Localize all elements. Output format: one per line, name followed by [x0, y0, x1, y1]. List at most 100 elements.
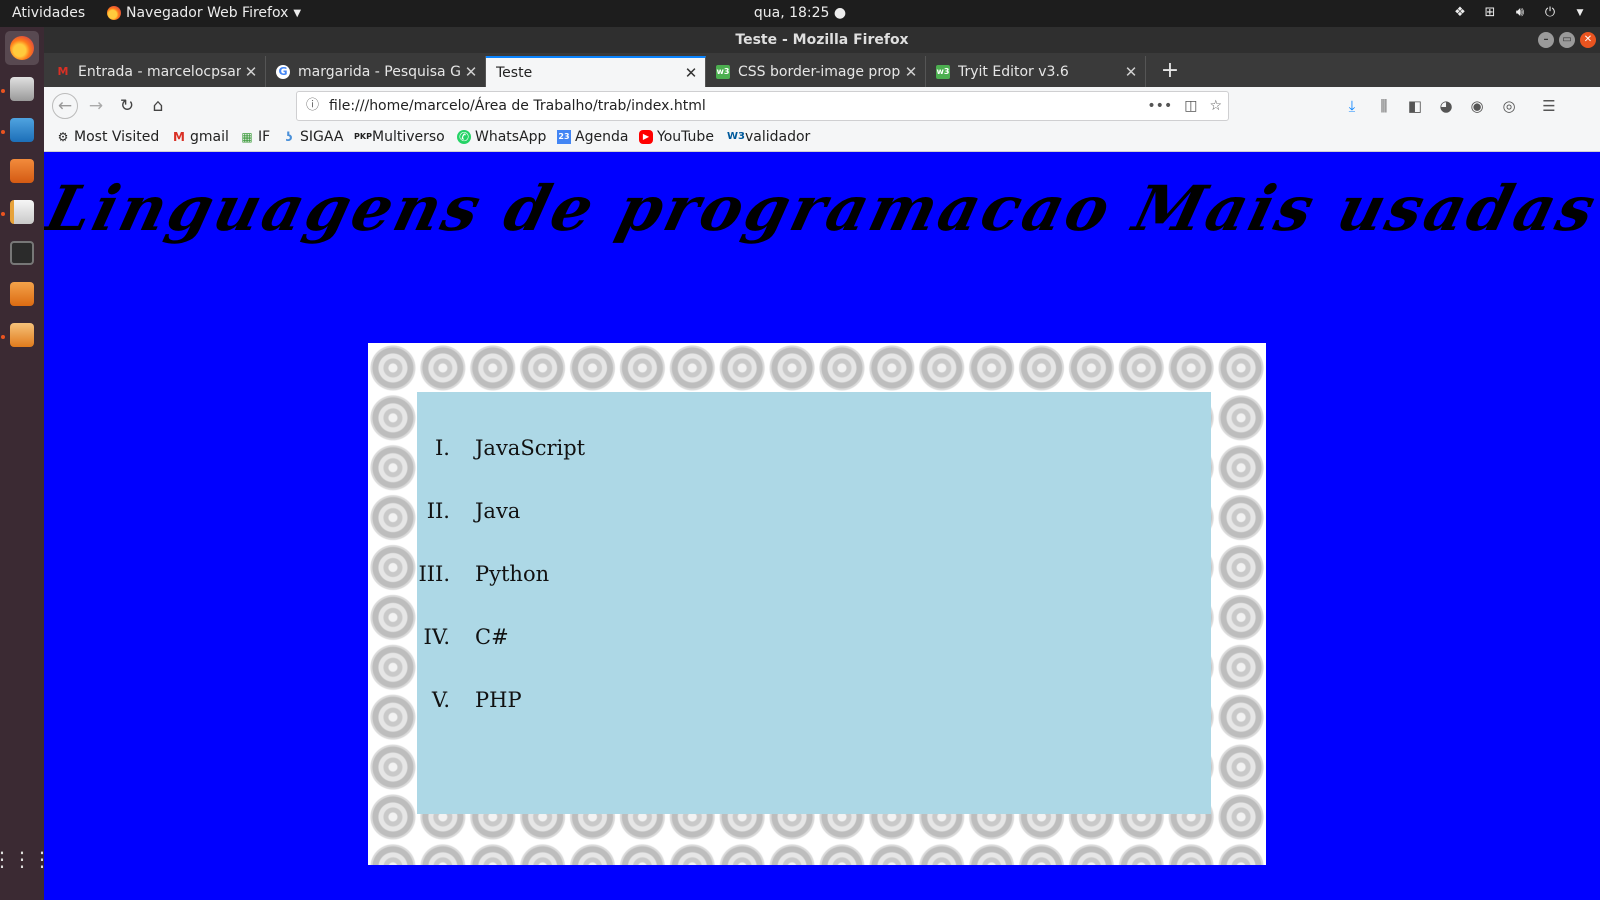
minimize-button[interactable]: – — [1538, 32, 1554, 48]
more-actions-icon[interactable]: ••• — [1147, 92, 1172, 120]
bookmark-star-icon[interactable]: ☆ — [1209, 92, 1222, 120]
show-applications-button[interactable]: ⋮⋮⋮ — [0, 842, 52, 876]
impress-icon — [10, 323, 34, 347]
chevron-down-icon: ▼ — [293, 7, 302, 19]
sigaa-icon: ʖ — [285, 130, 293, 144]
window-titlebar: Teste - Mozilla Firefox – ▭ ✕ — [44, 27, 1600, 53]
new-tab-button[interactable]: + — [1156, 56, 1184, 87]
w3c-icon: W3 — [727, 131, 745, 142]
pocket-icon[interactable]: ◫ — [1184, 92, 1197, 120]
bookmark-validador[interactable]: W3 validador — [727, 129, 810, 145]
page-content: Linguagens de programacao Mais usadas I.… — [44, 152, 1600, 900]
bookmark-label: WhatsApp — [475, 129, 547, 145]
tab-title: Tryit Editor v3.6 — [958, 63, 1069, 80]
window-controls: – ▭ ✕ — [1538, 32, 1596, 48]
reload-button[interactable]: ↻ — [115, 94, 139, 118]
gmail-icon: M — [57, 64, 69, 78]
page-heading: Linguagens de programacao Mais usadas — [44, 172, 1600, 245]
close-tab-icon[interactable]: ✕ — [241, 63, 261, 81]
url-bar[interactable]: ⓘ file:///home/marcelo/Área de Trabalho/… — [296, 91, 1229, 121]
bookmark-if[interactable]: ▦ IF — [240, 129, 270, 145]
bookmark-label: SIGAA — [300, 129, 344, 145]
system-tray[interactable]: ❖ ⊞ 🔊︎ ⏻ ▼ — [1452, 5, 1588, 21]
volume-icon[interactable]: 🔊︎ — [1512, 5, 1528, 21]
back-button[interactable]: ← — [52, 93, 78, 119]
list-numeral: II. — [426, 499, 450, 523]
tab-css-border-image[interactable]: w3 CSS border-image prope ✕ — [706, 56, 926, 87]
calc-icon — [10, 282, 34, 306]
clock-label[interactable]: qua, 18:25 — [754, 5, 830, 21]
list-label: C# — [475, 625, 509, 649]
url-actions: ••• ◫ ☆ — [1147, 92, 1222, 120]
tab-title: Entrada - marcelocpsant — [78, 63, 241, 80]
forward-button[interactable]: → — [84, 94, 108, 118]
extension-icon[interactable]: ◕ — [1435, 94, 1457, 118]
dropbox-icon[interactable]: ❖ — [1452, 5, 1468, 21]
url-text[interactable]: file:///home/marcelo/Área de Trabalho/tr… — [329, 98, 706, 114]
close-tab-icon[interactable]: ✕ — [1121, 63, 1141, 81]
dock-terminal[interactable] — [5, 236, 39, 270]
files-icon — [10, 77, 34, 101]
bookmark-label: Most Visited — [74, 129, 160, 145]
firefox-icon — [107, 6, 121, 20]
list-numeral: IV. — [423, 625, 450, 649]
dock-software[interactable] — [5, 154, 39, 188]
tab-gmail[interactable]: M Entrada - marcelocpsant ✕ — [46, 56, 266, 87]
close-tab-icon[interactable]: ✕ — [901, 63, 921, 81]
tab-tryit-editor[interactable]: w3 Tryit Editor v3.6 ✕ — [926, 56, 1146, 87]
pkp-icon: PKP — [354, 132, 372, 141]
bookmark-multiverso[interactable]: PKP Multiverso — [354, 129, 445, 145]
power-icon[interactable]: ⏻ — [1542, 5, 1558, 21]
tab-title: CSS border-image prope — [738, 63, 901, 80]
bookmark-youtube[interactable]: ▶ YouTube — [639, 129, 714, 145]
close-tab-icon[interactable]: ✕ — [461, 63, 481, 81]
bookmark-gmail[interactable]: M gmail — [172, 129, 229, 145]
activities-button[interactable]: Atividades — [12, 5, 85, 21]
w3schools-icon: w3 — [936, 64, 950, 79]
dock-calc[interactable] — [5, 277, 39, 311]
flower-border-box: I. JavaScript II. Java III. Python IV. C… — [368, 343, 1266, 865]
text-editor-icon — [10, 200, 34, 224]
dock-text-editor[interactable] — [5, 195, 39, 229]
window-title: Teste - Mozilla Firefox — [735, 32, 909, 48]
chevron-down-icon[interactable]: ▼ — [1572, 5, 1588, 21]
system-top-bar: Atividades Navegador Web Firefox ▼ qua, … — [0, 0, 1600, 27]
dock-writer[interactable] — [5, 113, 39, 147]
app-menu[interactable]: Navegador Web Firefox ▼ — [107, 5, 301, 21]
info-icon[interactable]: ⓘ — [306, 92, 319, 120]
tab-google-search[interactable]: G margarida - Pesquisa Go ✕ — [266, 56, 486, 87]
bookmark-label: IF — [258, 129, 271, 145]
list-panel: I. JavaScript II. Java III. Python IV. C… — [417, 392, 1211, 814]
bookmark-whatsapp[interactable]: ✆ WhatsApp — [457, 129, 546, 145]
tab-title: margarida - Pesquisa Go — [298, 63, 461, 80]
library-icon[interactable]: ⫼ — [1373, 94, 1395, 118]
bookmark-label: Agenda — [575, 129, 629, 145]
bookmark-sigaa[interactable]: ʖ SIGAA — [282, 129, 344, 145]
w3schools-icon: w3 — [716, 64, 730, 79]
home-button[interactable]: ⌂ — [146, 94, 170, 118]
downloads-icon[interactable]: ⤓ — [1341, 94, 1363, 118]
close-window-button[interactable]: ✕ — [1580, 32, 1596, 48]
menu-icon[interactable]: ☰ — [1538, 94, 1560, 118]
tab-title: Teste — [496, 64, 533, 81]
account-icon[interactable]: ◎ — [1498, 94, 1520, 118]
dock-impress[interactable] — [5, 318, 39, 352]
extension-icon[interactable]: ◉ — [1466, 94, 1488, 118]
dock-files[interactable] — [5, 72, 39, 106]
bookmark-agenda[interactable]: 23 Agenda — [557, 129, 628, 145]
list-numeral: III. — [418, 562, 450, 586]
tab-teste[interactable]: Teste ✕ — [486, 56, 706, 87]
gmail-icon: M — [173, 130, 185, 144]
bookmark-most-visited[interactable]: ⚙ Most Visited — [56, 129, 160, 145]
writer-icon — [10, 118, 34, 142]
dock-firefox[interactable] — [5, 31, 39, 65]
close-tab-icon[interactable]: ✕ — [681, 64, 701, 82]
maximize-button[interactable]: ▭ — [1559, 32, 1575, 48]
navigation-toolbar: ← → ↻ ⌂ ⓘ file:///home/marcelo/Área de T… — [44, 87, 1600, 125]
bookmark-label: gmail — [190, 129, 229, 145]
network-icon[interactable]: ⊞ — [1482, 5, 1498, 21]
list-numeral: V. — [431, 688, 450, 712]
google-icon: G — [276, 64, 290, 79]
bookmarks-toolbar: ⚙ Most Visited M gmail ▦ IF ʖ SIGAA PKP … — [44, 125, 1600, 152]
sidebar-icon[interactable]: ◧ — [1404, 94, 1426, 118]
